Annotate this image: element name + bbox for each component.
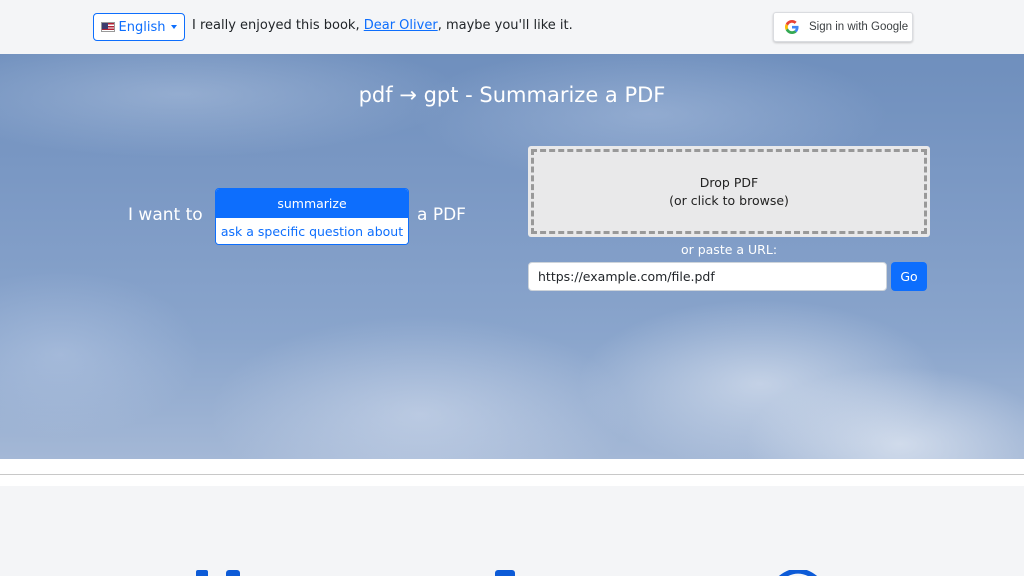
dropzone-border: Drop PDF (or click to browse) [531, 149, 927, 234]
share-suffix: , maybe you'll like it. [437, 18, 573, 33]
language-label: English [118, 19, 166, 35]
top-bar: English I really enjoyed this book, Dear… [0, 0, 1024, 54]
google-signin-label: Sign in with Google [809, 21, 909, 33]
intent-option-summarize[interactable]: summarize [216, 189, 408, 217]
share-message: I really enjoyed this book, Dear Oliver,… [192, 18, 573, 33]
feature-icon-left [196, 570, 240, 576]
language-dropdown-button[interactable]: English [93, 13, 185, 41]
pdf-dropzone[interactable]: Drop PDF (or click to browse) [528, 146, 930, 237]
intent-selector: summarize ask a specific question about [215, 188, 409, 245]
feature-icon-middle [495, 570, 515, 576]
us-flag-icon [100, 22, 115, 32]
caret-down-icon [171, 25, 178, 29]
share-book-link[interactable]: Dear Oliver [364, 18, 438, 33]
paste-url-label: or paste a URL: [680, 242, 778, 257]
url-input[interactable] [528, 262, 887, 291]
section-divider [0, 474, 1024, 475]
page-title: pdf → gpt - Summarize a PDF [358, 83, 666, 107]
features-section [0, 486, 1024, 576]
share-prefix: I really enjoyed this book, [192, 18, 364, 33]
google-logo-icon [785, 20, 799, 34]
google-signin-button[interactable]: Sign in with Google [773, 12, 913, 42]
white-strip [0, 459, 1024, 486]
intent-suffix: a PDF [417, 205, 466, 225]
intent-option-ask-question[interactable]: ask a specific question about [216, 217, 408, 244]
hero-section: pdf → gpt - Summarize a PDF I want to su… [0, 54, 1024, 459]
intent-prefix: I want to [128, 205, 203, 225]
dropzone-hint: (or click to browse) [669, 192, 789, 208]
go-button[interactable]: Go [891, 262, 927, 291]
feature-icon-right [779, 570, 817, 576]
dropzone-title: Drop PDF [699, 174, 759, 190]
